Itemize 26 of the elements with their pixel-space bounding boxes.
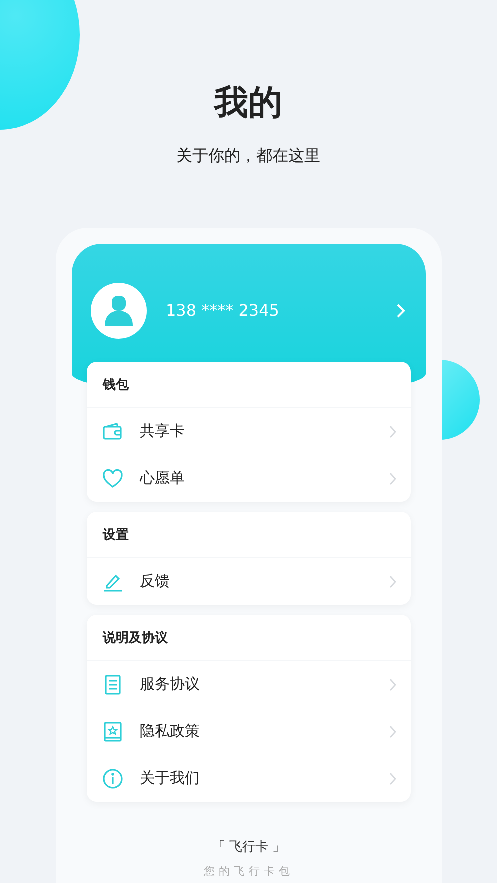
chevron-icon — [389, 724, 397, 738]
menu-item[interactable]: 共享卡 — [87, 408, 411, 455]
menu-item[interactable]: 心愿单 — [87, 455, 411, 502]
page-subtitle: 关于你的，都在这里 — [176, 146, 320, 167]
menu-item[interactable]: 隐私政策 — [87, 708, 411, 755]
chevron-icon — [389, 424, 397, 438]
menu-item[interactable]: 服务协议 — [87, 661, 411, 708]
tagline: 您的飞行卡包 — [204, 864, 294, 879]
chevron-icon — [396, 303, 406, 319]
menu-item[interactable]: 关于我们 — [87, 755, 411, 802]
menu-item[interactable]: 反馈 — [87, 558, 411, 605]
section-title: 设置 — [87, 512, 411, 558]
chevron-icon — [389, 472, 397, 486]
chevron-icon — [389, 574, 397, 588]
star-book-icon — [102, 720, 124, 742]
brand-name: 「 飞行卡 」 — [212, 839, 286, 856]
info-icon — [102, 768, 124, 790]
section-title: 钱包 — [87, 362, 411, 408]
chevron-icon — [389, 772, 397, 786]
section-title: 说明及协议 — [87, 615, 411, 661]
wallet-icon — [102, 420, 124, 442]
phone-number: 138 **** 2345 — [166, 300, 280, 322]
page-title: 我的 — [214, 82, 282, 124]
heart-icon — [102, 468, 124, 490]
document-icon — [102, 674, 124, 696]
chevron-icon — [389, 678, 397, 692]
